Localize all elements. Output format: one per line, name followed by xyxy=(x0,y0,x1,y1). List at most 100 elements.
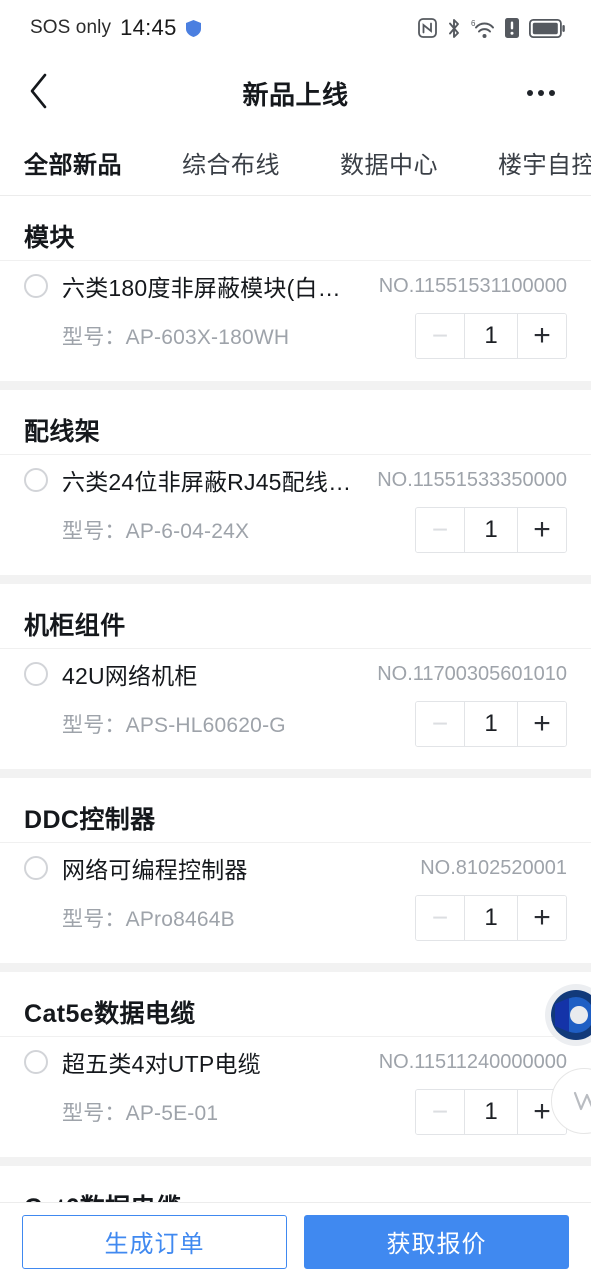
product-number: NO.11511240000000 xyxy=(378,1050,567,1073)
product-select-radio[interactable] xyxy=(24,274,48,298)
model-value: APS-HL60620-G xyxy=(125,714,286,737)
product-row[interactable]: 六类180度非屏蔽模块(白色)(... NO.11551531100000 型号… xyxy=(0,260,591,367)
product-model: 型号：AP-6-04-24X xyxy=(24,515,249,545)
product-number: NO.11551531100000 xyxy=(378,274,567,297)
product-select-radio[interactable] xyxy=(24,1050,48,1074)
product-primary-line: 网络可编程控制器 NO.8102520001 xyxy=(24,851,567,885)
model-label: 型号： xyxy=(62,326,126,349)
quantity-value[interactable]: 1 xyxy=(465,508,517,552)
product-section: Cat6数据电缆 xyxy=(0,1166,591,1202)
tab-structured-cabling[interactable]: 综合布线 xyxy=(182,145,280,180)
quantity-value[interactable]: 1 xyxy=(465,702,517,746)
section-title: Cat5e数据电缆 xyxy=(24,1000,196,1028)
product-model: 型号：APS-HL60620-G xyxy=(24,709,286,739)
more-options-button[interactable] xyxy=(519,71,563,115)
product-primary-line: 六类180度非屏蔽模块(白色)(... NO.11551531100000 xyxy=(24,269,567,303)
product-primary-line: 六类24位非屏蔽RJ45配线架... NO.11551533350000 xyxy=(24,463,567,497)
product-list-scroll[interactable]: 模块 六类180度非屏蔽模块(白色)(... NO.11551531100000… xyxy=(0,196,591,1202)
more-dot-2 xyxy=(538,90,544,96)
get-quote-button[interactable]: 获取报价 xyxy=(304,1214,569,1269)
product-number: NO.11700305601010 xyxy=(377,662,567,685)
status-bar-right: 6 xyxy=(418,18,565,39)
product-name: 六类180度非屏蔽模块(白色)(... xyxy=(62,275,355,301)
page-title: 新品上线 xyxy=(242,79,349,110)
model-value: AP-5E-01 xyxy=(125,1102,219,1125)
product-name: 网络可编程控制器 xyxy=(62,857,248,883)
quantity-stepper[interactable]: − 1 + xyxy=(415,895,567,941)
svg-text:6: 6 xyxy=(471,19,476,28)
wifi6-icon: 6 xyxy=(471,18,495,39)
create-order-button[interactable]: 生成订单 xyxy=(22,1214,287,1269)
sim-alert-icon xyxy=(505,18,519,38)
product-name: 超五类4对UTP电缆 xyxy=(62,1051,261,1077)
product-model: 型号：AP-5E-01 xyxy=(24,1097,218,1127)
shield-icon xyxy=(185,19,201,37)
quantity-value[interactable]: 1 xyxy=(465,896,517,940)
product-name: 42U网络机柜 xyxy=(62,663,198,689)
carrier-label: SOS only xyxy=(30,17,112,38)
model-label: 型号： xyxy=(62,520,126,543)
model-label: 型号： xyxy=(62,714,126,737)
section-title: 模块 xyxy=(24,224,75,252)
model-label: 型号： xyxy=(62,1102,126,1125)
quantity-decrease-button[interactable]: − xyxy=(416,1090,465,1134)
section-title: Cat6数据电缆 xyxy=(0,1166,591,1202)
product-secondary-line: 型号：APS-HL60620-G − 1 + xyxy=(24,697,567,751)
product-select-radio[interactable] xyxy=(24,856,48,880)
tab-all-new[interactable]: 全部新品 xyxy=(24,145,122,180)
more-dot-3 xyxy=(549,90,555,96)
clock-label: 14:45 xyxy=(120,15,177,40)
product-number: NO.8102520001 xyxy=(420,856,567,879)
more-dot-1 xyxy=(527,90,533,96)
product-model: 型号：AP-603X-180WH xyxy=(24,321,289,351)
product-secondary-line: 型号：AP-6-04-24X − 1 + xyxy=(24,503,567,557)
product-model: 型号：APro8464B xyxy=(24,903,235,933)
product-row[interactable]: 六类24位非屏蔽RJ45配线架... NO.11551533350000 型号：… xyxy=(0,454,591,561)
bottom-action-bar: 生成订单 获取报价 xyxy=(0,1202,591,1280)
model-label: 型号： xyxy=(62,908,126,931)
quantity-value[interactable]: 1 xyxy=(465,314,517,358)
nav-bar: 新品上线 xyxy=(0,56,591,130)
quantity-stepper[interactable]: − 1 + xyxy=(415,507,567,553)
nfc-icon xyxy=(418,18,437,38)
product-primary-line: 超五类4对UTP电缆 NO.11511240000000 xyxy=(24,1045,567,1079)
product-secondary-line: 型号：AP-603X-180WH − 1 + xyxy=(24,309,567,363)
tab-data-center[interactable]: 数据中心 xyxy=(340,145,438,180)
status-bar: SOS only 14:45 6 xyxy=(0,0,591,56)
back-button[interactable] xyxy=(28,71,68,115)
product-number: NO.11551533350000 xyxy=(377,468,567,491)
app-screen: SOS only 14:45 6 新品上线 全部新品 综合布线 数据中心 楼宇自… xyxy=(0,0,591,1280)
product-section: 配线架 六类24位非屏蔽RJ45配线架... NO.11551533350000… xyxy=(0,390,591,575)
model-value: AP-603X-180WH xyxy=(125,326,290,349)
quantity-increase-button[interactable]: + xyxy=(517,896,566,940)
product-secondary-line: 型号：APro8464B − 1 + xyxy=(24,891,567,945)
model-value: AP-6-04-24X xyxy=(125,520,250,543)
section-title: 配线架 xyxy=(24,418,101,446)
bluetooth-icon xyxy=(447,18,461,39)
quantity-increase-button[interactable]: + xyxy=(517,702,566,746)
tab-building-automation[interactable]: 楼宇自控 xyxy=(498,145,591,180)
product-select-radio[interactable] xyxy=(24,468,48,492)
category-tab-bar[interactable]: 全部新品 综合布线 数据中心 楼宇自控 xyxy=(0,130,591,196)
product-section: 模块 六类180度非屏蔽模块(白色)(... NO.11551531100000… xyxy=(0,196,591,381)
chevron-left-icon xyxy=(28,73,50,114)
product-row[interactable]: 网络可编程控制器 NO.8102520001 型号：APro8464B − 1 … xyxy=(0,842,591,949)
quantity-decrease-button[interactable]: − xyxy=(416,314,465,358)
quantity-increase-button[interactable]: + xyxy=(517,508,566,552)
battery-icon xyxy=(529,18,565,38)
product-name: 六类24位非屏蔽RJ45配线架... xyxy=(62,469,354,495)
product-row[interactable]: 42U网络机柜 NO.11700305601010 型号：APS-HL60620… xyxy=(0,648,591,755)
section-title: 机柜组件 xyxy=(24,612,126,640)
quantity-stepper[interactable]: − 1 + xyxy=(415,1089,567,1135)
quantity-value[interactable]: 1 xyxy=(465,1090,517,1134)
product-select-radio[interactable] xyxy=(24,662,48,686)
quantity-stepper[interactable]: − 1 + xyxy=(415,313,567,359)
quantity-stepper[interactable]: − 1 + xyxy=(415,701,567,747)
quantity-increase-button[interactable]: + xyxy=(517,314,566,358)
product-row[interactable]: 超五类4对UTP电缆 NO.11511240000000 型号：AP-5E-01… xyxy=(0,1036,591,1143)
product-section: DDC控制器 网络可编程控制器 NO.8102520001 型号：APro846… xyxy=(0,778,591,963)
quantity-decrease-button[interactable]: − xyxy=(416,702,465,746)
quantity-decrease-button[interactable]: − xyxy=(416,896,465,940)
section-title: DDC控制器 xyxy=(24,806,156,834)
quantity-decrease-button[interactable]: − xyxy=(416,508,465,552)
